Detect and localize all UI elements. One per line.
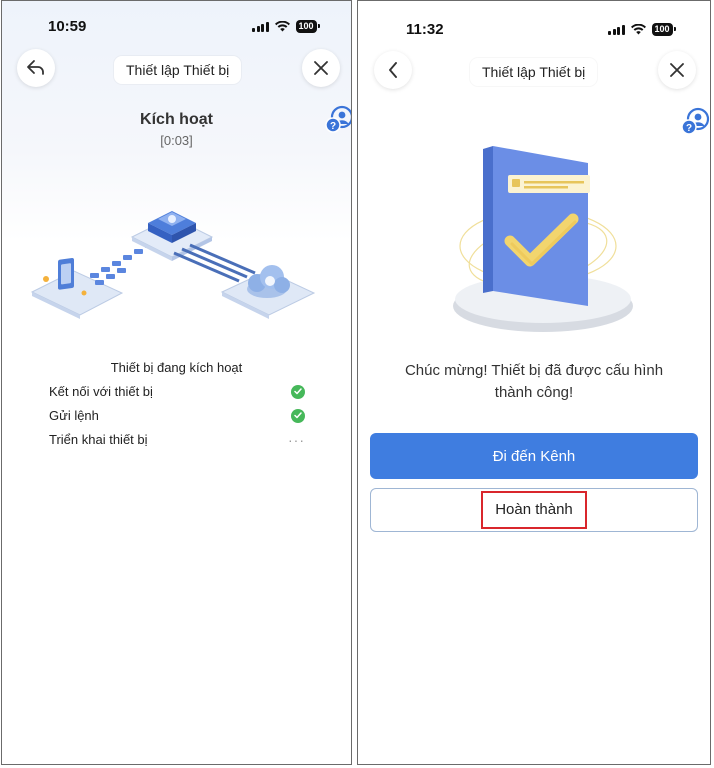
signal-icon — [608, 24, 625, 35]
wifi-icon — [630, 24, 646, 35]
chevron-left-icon — [389, 62, 397, 78]
step-label: Gửi lệnh — [49, 408, 99, 423]
success-line-2: thành công! — [494, 384, 574, 401]
svg-text:?: ? — [686, 123, 692, 134]
success-message: Chúc mừng! Thiết bị đã được cấu hình thà… — [358, 360, 710, 404]
close-button[interactable] — [658, 51, 696, 89]
close-icon — [670, 63, 684, 77]
check-circle-icon — [291, 384, 305, 399]
right-screen: 11:32 100 Thiết lập Thiết bị ? Chúc mừng… — [357, 0, 711, 765]
success-line-1: Chúc mừng! Thiết bị đã được cấu hình — [404, 362, 664, 379]
status-time: 11:32 — [406, 21, 444, 38]
step-label: Kết nối với thiết bị — [49, 384, 153, 399]
check-circle-icon — [291, 408, 305, 423]
activation-timer: [0:03] — [160, 133, 193, 148]
pending-dots-icon: ··· — [288, 431, 305, 448]
close-icon — [314, 61, 328, 75]
battery-icon: 100 — [295, 20, 320, 33]
left-screen: 10:59 100 Thiết lập Thiết bị ? Kích hoạt… — [1, 0, 352, 765]
step-row: Kết nối với thiết bị — [49, 384, 305, 399]
go-to-channel-button[interactable]: Đi đến Kênh — [370, 433, 698, 479]
back-arrow-icon — [27, 60, 44, 75]
activation-title: Kích hoạt — [140, 111, 213, 128]
status-icons: 100 — [252, 20, 320, 33]
back-button[interactable] — [17, 49, 55, 87]
progress-heading: Thiết bị đang kích hoạt — [110, 360, 243, 375]
step-row: Gửi lệnh — [49, 408, 305, 423]
page-title: Thiết lập Thiết bị — [470, 58, 598, 86]
user-help-icon[interactable]: ? — [680, 107, 710, 137]
device-activation-illustration — [30, 211, 316, 319]
wifi-icon — [274, 21, 290, 32]
finish-button-label: Hoàn thành — [481, 491, 587, 529]
step-row: Triển khai thiết bị ··· — [49, 432, 305, 447]
status-icons: 100 — [608, 23, 676, 36]
battery-icon: 100 — [651, 23, 676, 36]
back-button[interactable] — [374, 51, 412, 89]
finish-button[interactable]: Hoàn thành — [370, 488, 698, 532]
status-time: 10:59 — [48, 18, 87, 35]
close-button[interactable] — [302, 49, 340, 87]
step-label: Triển khai thiết bị — [49, 432, 148, 447]
success-illustration — [453, 146, 633, 332]
signal-icon — [252, 21, 269, 32]
page-title: Thiết lập Thiết bị — [114, 56, 242, 84]
